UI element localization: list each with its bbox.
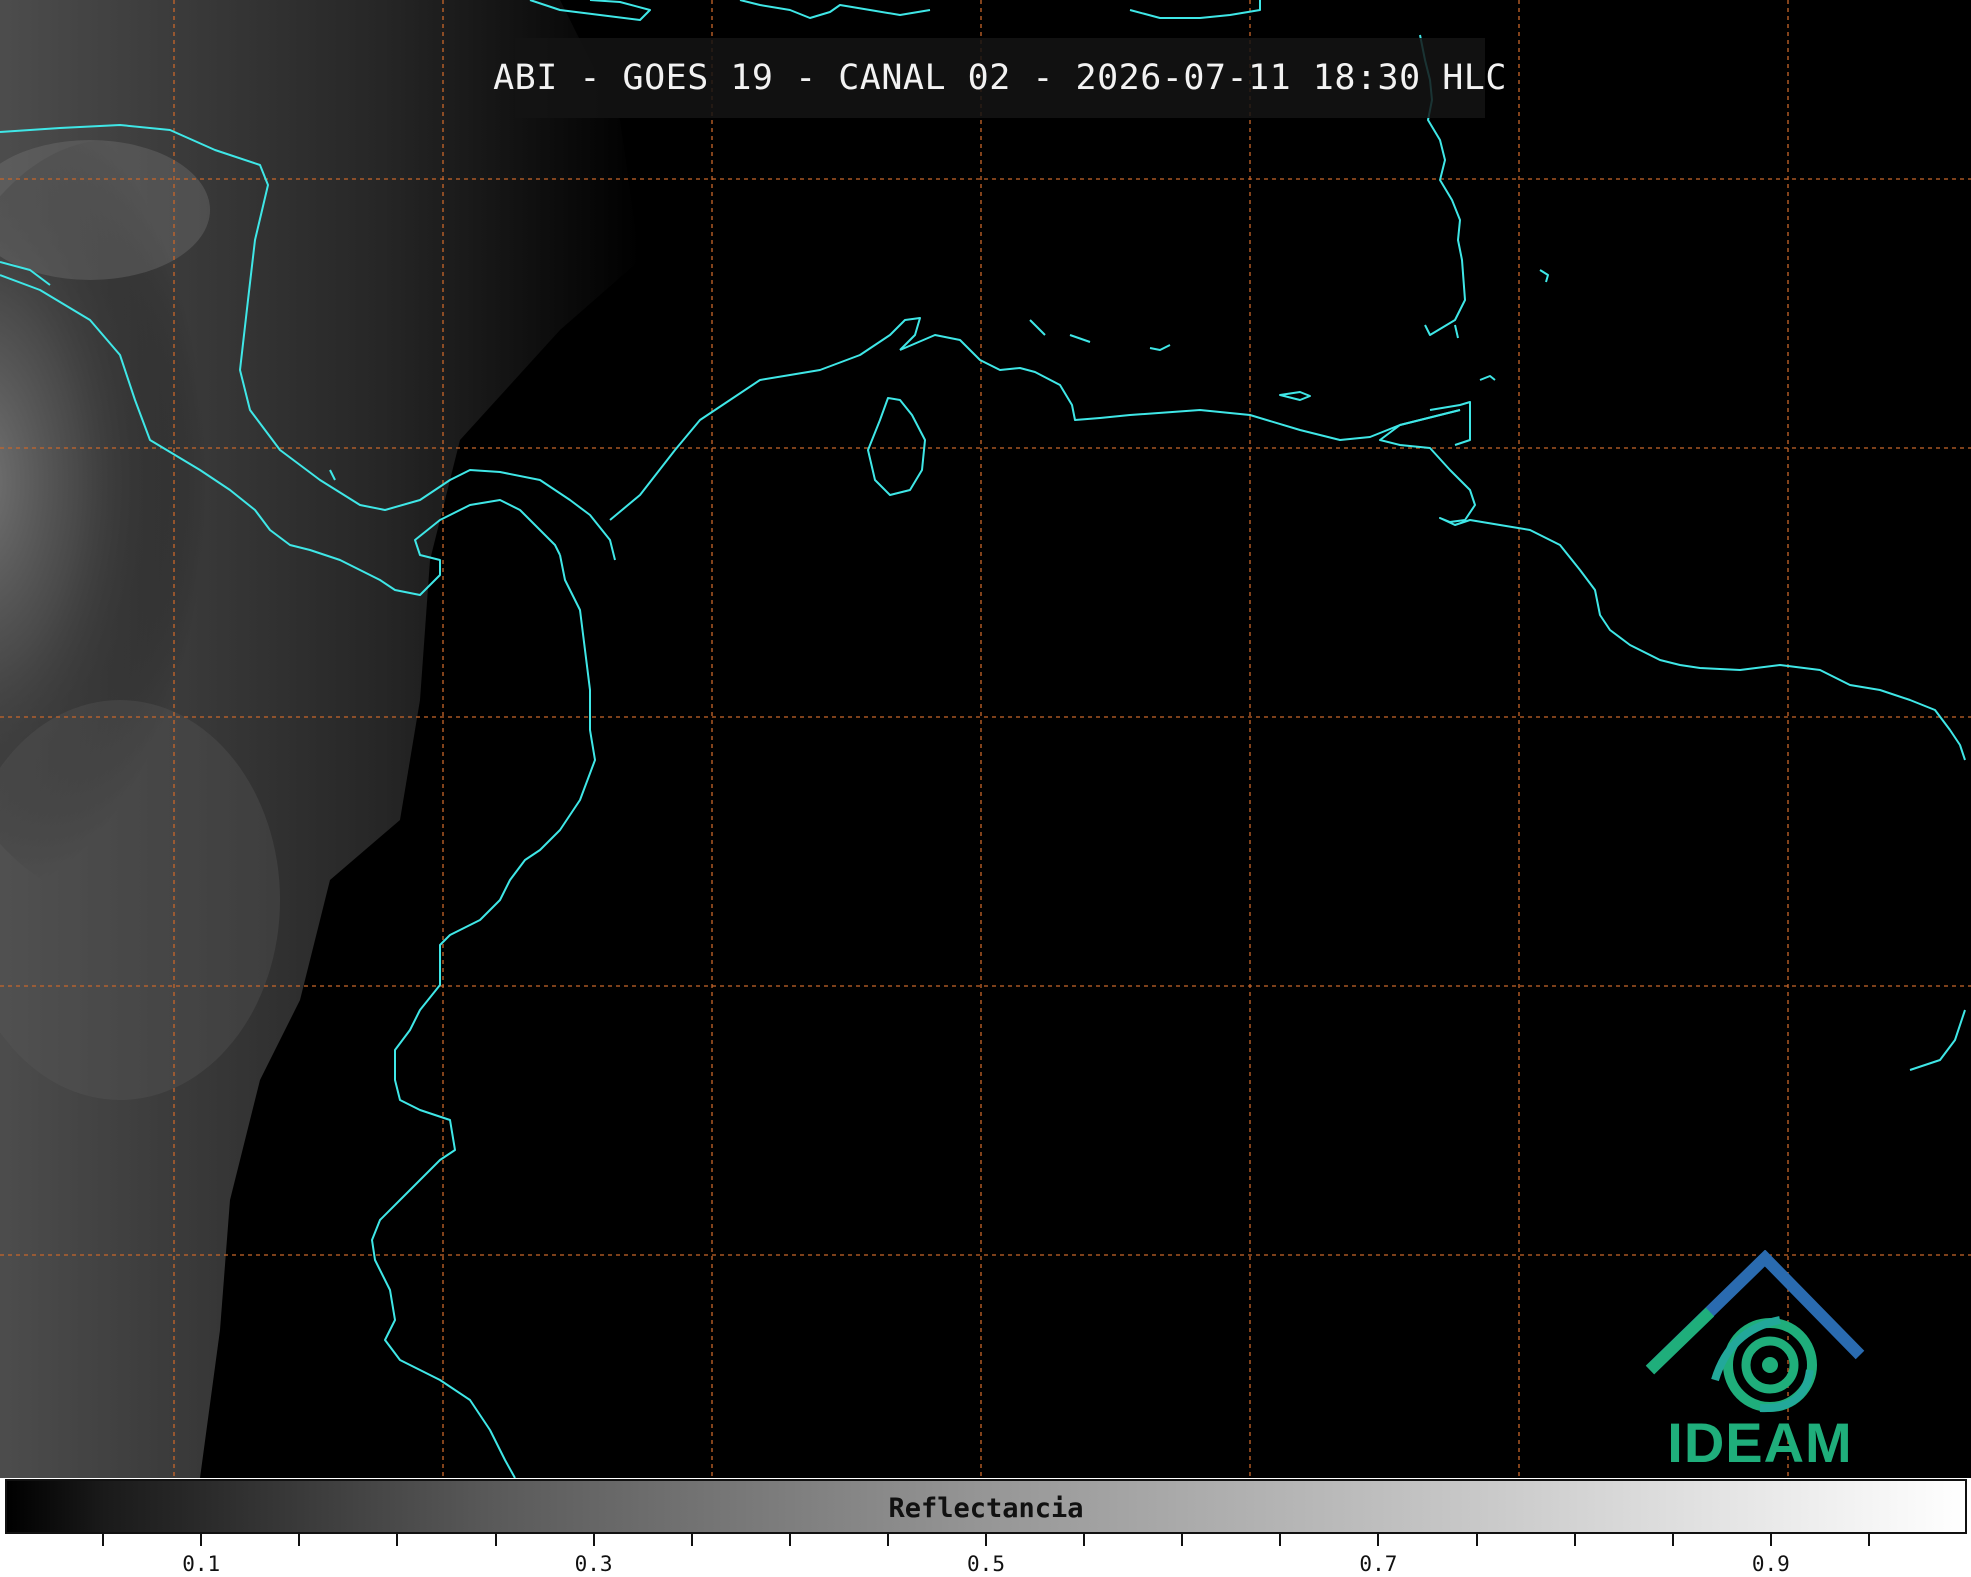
coastline-trinidad (1429, 401, 1471, 446)
colorbar-tick (200, 1534, 203, 1546)
coastline-tobago (1479, 375, 1496, 381)
coastline-curacao (1069, 334, 1091, 343)
colorbar-tick (494, 1534, 497, 1546)
colorbar-tick (788, 1534, 791, 1546)
colorbar-tick (1279, 1534, 1282, 1546)
colorbar-tick (1671, 1534, 1674, 1546)
colorbar-tick-label: 0.5 (967, 1552, 1005, 1576)
coastline-aruba (1029, 319, 1046, 336)
colorbar-tick (690, 1534, 693, 1546)
coastline-hispaniola (739, 0, 931, 19)
lake-maracaibo (867, 397, 926, 496)
satellite-map: ABI - GOES 19 - CANAL 02 - 2026-07-11 18… (0, 0, 1971, 1478)
coastline-margarita (1279, 391, 1311, 401)
colorbar-tick (592, 1534, 595, 1546)
colorbar-tick (102, 1534, 105, 1546)
colorbar-axis: 0.1 0.3 0.5 0.7 0.9 (0, 1534, 1971, 1577)
coastline-barbados (1539, 269, 1549, 283)
colorbar-tick (396, 1534, 399, 1546)
coastline-grenada (1454, 324, 1459, 339)
colorbar-tick (886, 1534, 889, 1546)
coastline-puerto-rico (1129, 0, 1261, 19)
colorbar-tick (1181, 1534, 1184, 1546)
colorbar-tick (1475, 1534, 1478, 1546)
title-banner: ABI - GOES 19 - CANAL 02 - 2026-07-11 18… (493, 38, 1506, 118)
colorbar-tick (1377, 1534, 1380, 1546)
colorbar-tick (1867, 1534, 1870, 1546)
colorbar-label: Reflectancia (888, 1493, 1084, 1524)
map-title: ABI - GOES 19 - CANAL 02 - 2026-07-11 18… (493, 58, 1507, 98)
coastline-colombia-caribbean (609, 317, 921, 521)
colorbar: Reflectancia (5, 1479, 1967, 1534)
colorbar-tick (985, 1534, 987, 1546)
colorbar-tick (1769, 1534, 1772, 1546)
ideam-logo-text: IDEAM (1667, 1411, 1853, 1474)
coastline-bonaire (1149, 344, 1171, 351)
colorbar-tick (1083, 1534, 1086, 1546)
coastline-venezuela-east-edge (1909, 1009, 1966, 1071)
coastline-venezuela (1379, 409, 1966, 761)
colorbar-tick-label: 0.1 (182, 1552, 221, 1576)
colorbar-tick-label: 0.9 (1751, 1552, 1790, 1576)
colorbar-tick-label: 0.7 (1359, 1552, 1398, 1576)
coastline-guajira (899, 334, 1461, 441)
colorbar-tick (298, 1534, 301, 1546)
colorbar-tick-label: 0.3 (574, 1552, 613, 1576)
colorbar-tick (1573, 1534, 1576, 1546)
